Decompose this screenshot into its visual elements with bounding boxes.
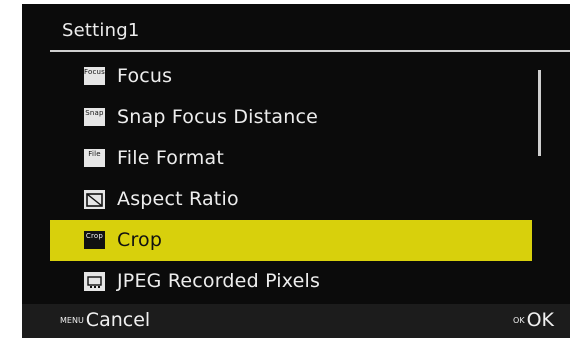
menu-item-crop[interactable]: Crop Crop [50, 220, 532, 261]
menu-item-aspect-ratio[interactable]: Aspect Ratio [50, 179, 532, 220]
page-title: Setting1 [62, 20, 140, 41]
cancel-label: Cancel [85, 309, 151, 331]
menu-item-file-format[interactable]: File File Format [50, 138, 532, 179]
menu-item-label: JPEG Recorded Pixels [117, 270, 321, 292]
settings-screen: Setting1 Focus Focus Snap Snap Focus Dis… [22, 4, 570, 338]
menu-item-label: File Format [117, 147, 224, 169]
ok-button[interactable]: OK OK [513, 309, 554, 331]
aspect-ratio-icon [84, 190, 105, 209]
title-divider [50, 50, 570, 52]
menu-item-label: Focus [117, 65, 173, 87]
file-format-icon: File [84, 149, 105, 167]
cancel-button[interactable]: MENU Cancel [60, 309, 150, 331]
ok-label: OK [526, 309, 554, 331]
menu-item-snap-focus-distance[interactable]: Snap Snap Focus Distance [50, 97, 532, 138]
crop-icon: Crop [84, 231, 105, 249]
scrollbar[interactable] [538, 70, 541, 156]
snap-focus-icon: Snap [84, 108, 105, 126]
jpeg-pixels-icon [84, 272, 105, 291]
menu-item-jpeg-recorded-pixels[interactable]: JPEG Recorded Pixels [50, 261, 532, 302]
ok-key-icon: OK [513, 316, 525, 325]
menu-item-label: Aspect Ratio [117, 188, 239, 210]
focus-mode-icon: Focus [84, 67, 105, 85]
footer-bar: MENU Cancel OK OK [22, 304, 570, 338]
menu-item-focus[interactable]: Focus Focus [50, 56, 532, 97]
menu-item-label: Snap Focus Distance [117, 106, 319, 128]
menu-item-label: Crop [117, 229, 163, 251]
menu-key-icon: MENU [60, 316, 84, 325]
